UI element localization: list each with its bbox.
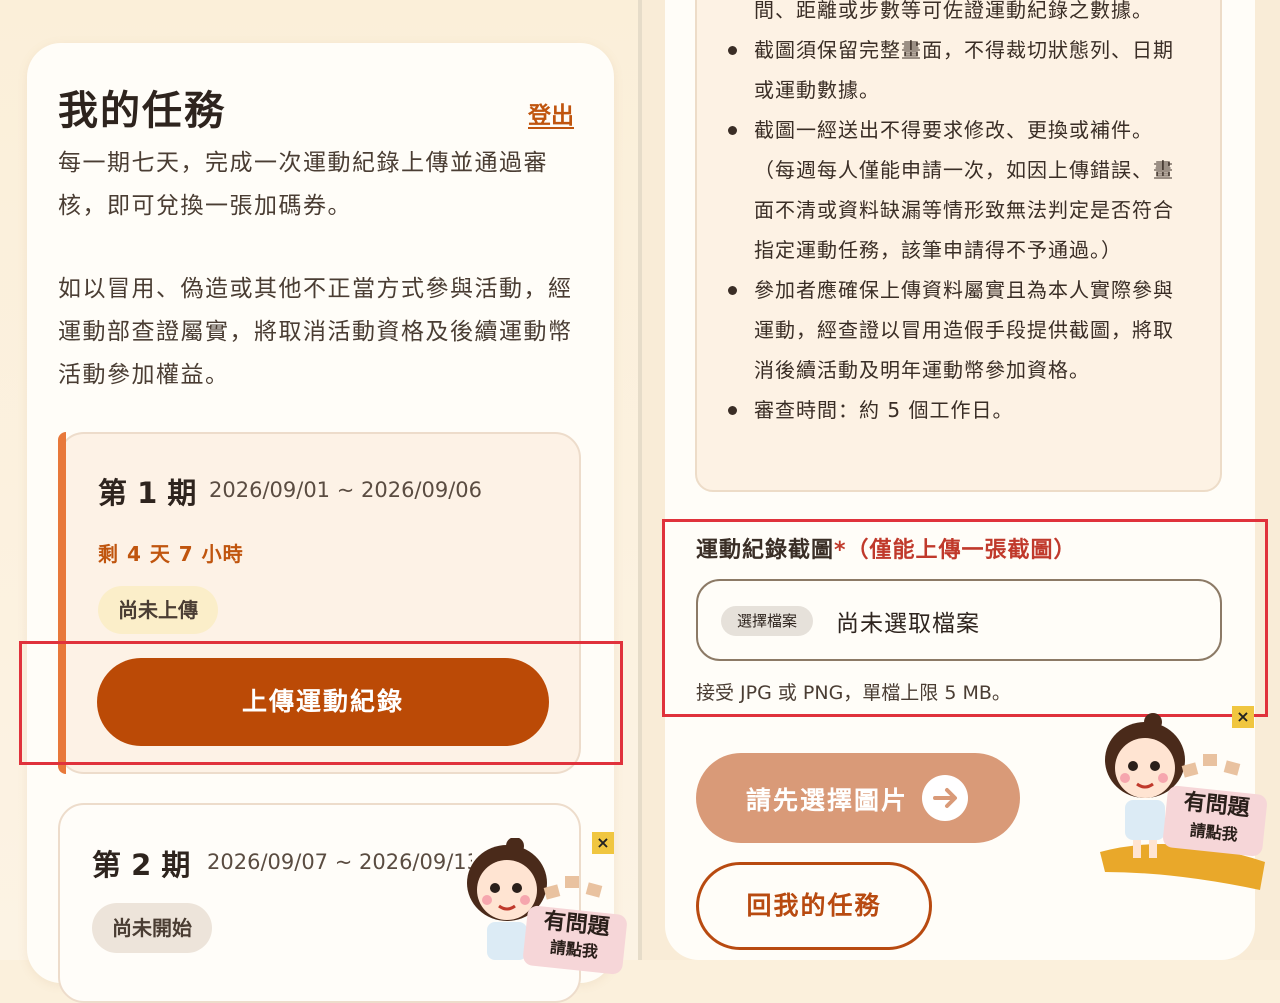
screenshot-divider	[638, 0, 642, 960]
period-1-date-range: 2026/09/01 ~ 2026/09/06	[209, 478, 483, 502]
help-mascot[interactable]: 有問題 請點我	[1095, 712, 1270, 892]
back-to-tasks-button[interactable]: 回我的任務	[696, 862, 932, 950]
status-badge: 尚未上傳	[98, 586, 218, 634]
rule-item: 參加者應確保上傳資料屬實且為本人實際參與運動，經查證以冒用造假手段提供截圖，將取…	[726, 270, 1181, 390]
page-title: 我的任務	[58, 88, 226, 134]
logout-link[interactable]: 登出	[528, 96, 574, 130]
submit-image-button[interactable]: 請先選擇圖片	[696, 753, 1020, 843]
period-1-title: 第 1 期	[98, 476, 197, 510]
help-mascot[interactable]: 有問題 請點我	[455, 837, 630, 976]
intro-rule-text: 每一期七天，完成一次運動紀錄上傳並通過審核，即可兌換一張加碼券。	[58, 150, 548, 219]
submit-button-label: 請先選擇圖片	[746, 786, 909, 815]
highlight-box	[19, 641, 623, 765]
highlight-box	[662, 519, 1268, 717]
period-2-date-range: 2026/09/07 ~ 2026/09/13	[207, 850, 472, 874]
period-1-time-remaining: 剩 4 天 7 小時	[98, 542, 244, 566]
intro-warning-text: 如以冒用、偽造或其他不正當方式參與活動，經運動部查證屬實，將取消活動資格及後續運…	[58, 276, 573, 388]
rule-item: 截圖一經送出不得要求修改、更換或補件。（每週每人僅能申請一次，如因上傳錯誤、畫面…	[726, 110, 1181, 270]
status-badge: 尚未開始	[92, 903, 212, 953]
arrow-right-icon	[922, 775, 968, 821]
rule-item: 間、距離或步數等可佐證運動紀錄之數據。	[754, 0, 1153, 22]
rule-item: 截圖須保留完整畫面，不得裁切狀態列、日期或運動數據。	[726, 30, 1181, 110]
period-2-title: 第 2 期	[92, 848, 191, 882]
help-sign: 有問題 請點我	[522, 904, 628, 976]
upload-rules-list: 間、距離或步數等可佐證運動紀錄之數據。 截圖須保留完整畫面，不得裁切狀態列、日期…	[726, 0, 1181, 430]
task-intro: 每一期七天，完成一次運動紀錄上傳並通過審核，即可兌換一張加碼券。 如以冒用、偽造…	[58, 142, 578, 397]
rule-item: 審查時間：約 5 個工作日。	[726, 390, 1181, 430]
help-sign: 有問題 請點我	[1162, 784, 1268, 858]
